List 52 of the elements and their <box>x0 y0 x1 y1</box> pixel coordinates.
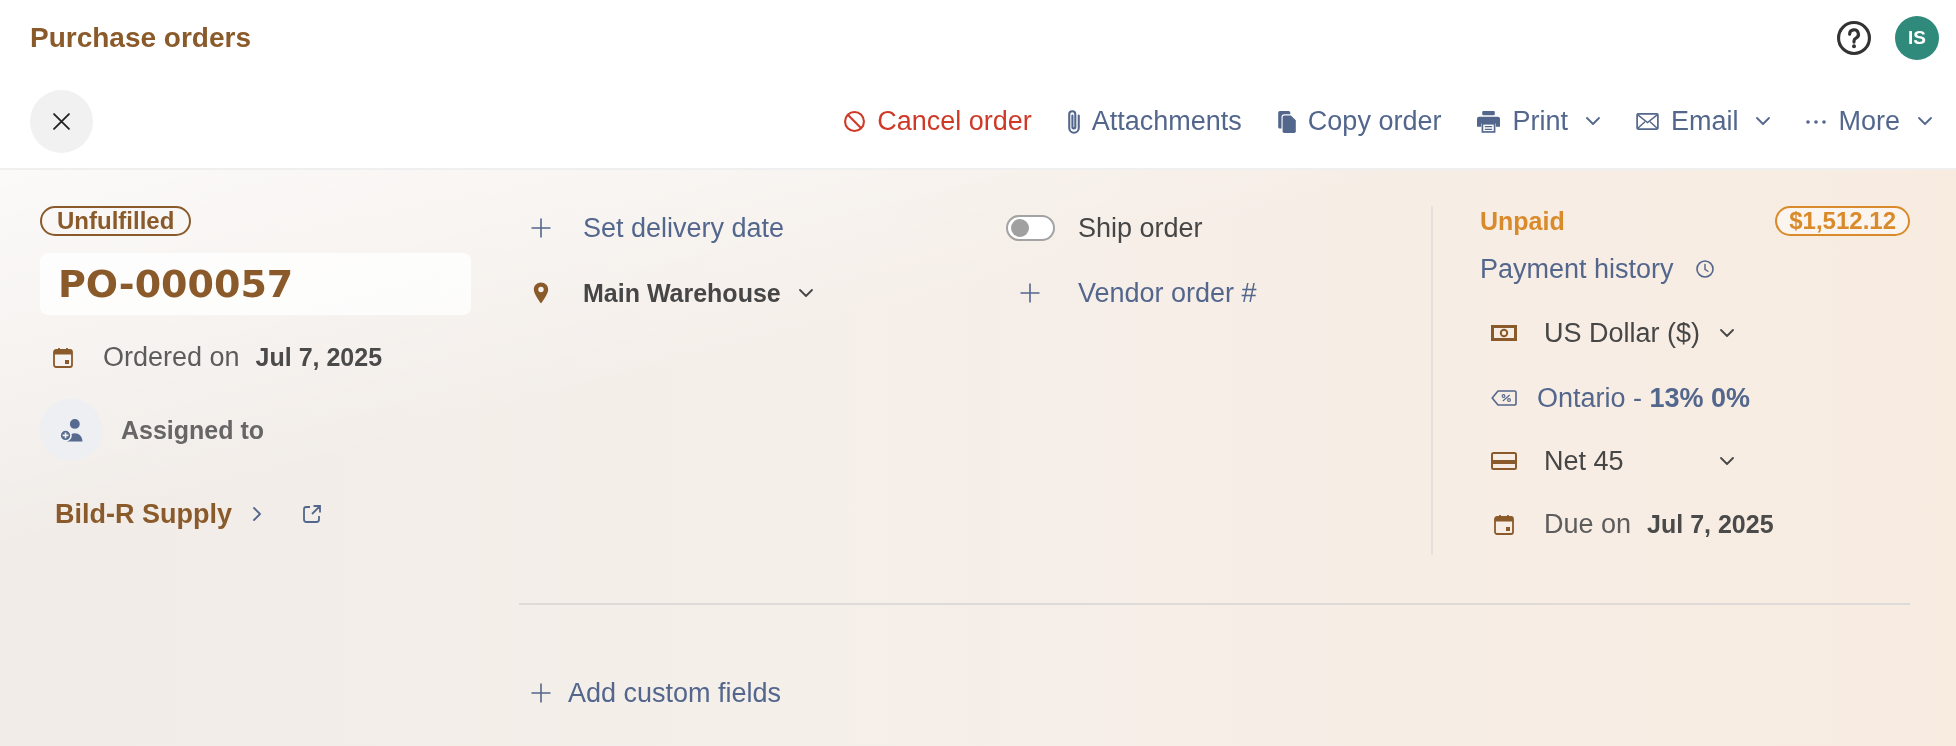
chevron-down-icon <box>798 288 813 298</box>
add-custom-fields-button[interactable]: Add custom fields <box>531 677 782 709</box>
tax-rate-link[interactable]: Ontario - 13% 0% <box>1537 382 1751 414</box>
currency-dropdown[interactable]: US Dollar ($) <box>1544 317 1734 349</box>
person-add-icon <box>59 418 83 442</box>
calendar-icon <box>1494 513 1514 535</box>
cancel-icon <box>844 111 866 132</box>
print-button[interactable]: Print <box>1477 106 1600 137</box>
user-avatar[interactable]: IS <box>1895 15 1939 60</box>
page-title: Purchase orders <box>30 21 251 54</box>
amount-badge: $1,512.12 <box>1775 206 1910 236</box>
help-icon[interactable] <box>1837 20 1871 55</box>
vendor-order-button[interactable]: Vendor order # <box>1020 277 1257 309</box>
close-icon <box>53 113 70 130</box>
paperclip-icon <box>1067 109 1080 134</box>
external-link-icon[interactable] <box>303 504 323 524</box>
copy-button[interactable]: Copy order <box>1277 106 1442 137</box>
email-button[interactable]: Email <box>1635 106 1771 137</box>
plus-icon <box>531 218 551 238</box>
due-on-label: Due on <box>1544 508 1632 540</box>
payment-terms-dropdown[interactable]: Net 45 <box>1544 445 1734 477</box>
percent-tag-icon <box>1491 390 1517 406</box>
assigned-to-label: Assigned to <box>121 415 265 445</box>
chevron-down-icon <box>1720 456 1734 466</box>
due-date: Jul 7, 2025 <box>1647 509 1774 539</box>
envelope-icon <box>1635 113 1659 130</box>
ship-order-label: Ship order <box>1078 212 1203 244</box>
warehouse-dropdown[interactable]: Main Warehouse <box>583 278 813 308</box>
banknote-icon <box>1491 325 1517 341</box>
order-date: Jul 7, 2025 <box>255 342 383 372</box>
location-pin-icon <box>533 282 549 304</box>
ship-order-toggle[interactable] <box>1006 215 1055 241</box>
chevron-right-icon[interactable] <box>253 507 262 521</box>
status-badge: Unfulfilled <box>40 206 192 236</box>
attachments-button[interactable]: Attachments <box>1067 106 1242 137</box>
payment-status: Unpaid <box>1480 206 1565 236</box>
chevron-down-icon <box>1720 328 1734 338</box>
card-icon <box>1491 452 1517 470</box>
plus-icon <box>531 683 551 703</box>
more-button[interactable]: More <box>1806 106 1932 137</box>
order-number-field[interactable]: PO-000057 <box>40 253 471 315</box>
documents-icon <box>1277 110 1296 133</box>
ordered-on-label: Ordered on <box>103 341 240 373</box>
plus-icon <box>1020 283 1040 303</box>
ellipsis-icon <box>1806 119 1827 124</box>
printer-icon <box>1477 110 1501 133</box>
set-delivery-date-button[interactable]: Set delivery date <box>531 212 785 244</box>
cancel-button[interactable]: Cancel order <box>844 106 1032 137</box>
clock-icon <box>1695 260 1714 278</box>
calendar-icon <box>53 346 73 368</box>
vendor-link[interactable]: Bild-R Supply <box>55 498 232 530</box>
payment-history-link[interactable]: Payment history <box>1480 253 1714 285</box>
